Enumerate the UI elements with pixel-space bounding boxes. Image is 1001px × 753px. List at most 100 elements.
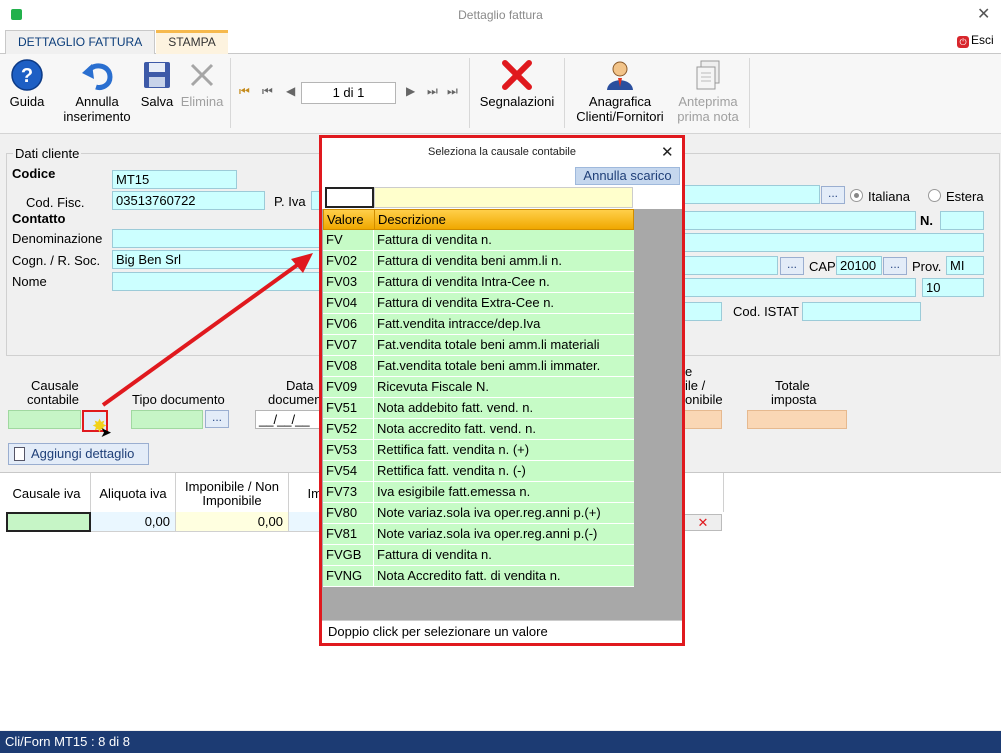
- list-item[interactable]: FV53 Rettifica fatt. vendita n. (+): [323, 440, 634, 461]
- clienti-fornitori-label: Clienti/Fornitori: [576, 109, 664, 124]
- tab-stampa[interactable]: STAMPA: [156, 30, 228, 54]
- anteprima-prima-nota-button[interactable]: Anteprima prima nota: [672, 58, 744, 124]
- list-item-descrizione: Nota Accredito fatt. di vendita n.: [377, 568, 561, 583]
- causale-contabile-field[interactable]: [8, 410, 81, 429]
- exit-icon: ⏻: [957, 36, 969, 48]
- prov-field[interactable]: MI: [946, 256, 984, 275]
- annulla-scarico-button[interactable]: Annulla scarico: [575, 167, 680, 185]
- estera-label: Estera: [946, 189, 984, 204]
- comune-field[interactable]: [684, 185, 820, 204]
- cap-field[interactable]: 20100: [836, 256, 882, 275]
- list-item-descrizione: Rettifica fatt. vendita n. (-): [377, 463, 526, 478]
- esci-button[interactable]: ⏻ Esci: [957, 33, 994, 48]
- prev-page-icon[interactable]: ⏮: [262, 84, 273, 99]
- delete-icon: [185, 58, 219, 92]
- indirizzo-field[interactable]: [684, 211, 916, 230]
- cell-causale-iva[interactable]: [6, 512, 91, 532]
- localita-lookup-button[interactable]: ...: [780, 257, 804, 275]
- guida-button[interactable]: ? Guida: [6, 58, 48, 109]
- col-aliquota-iva[interactable]: Aliquota iva: [91, 473, 176, 512]
- annotation-arrow: [101, 253, 313, 407]
- codice-field[interactable]: MT15: [112, 170, 237, 189]
- localita-field[interactable]: [684, 256, 778, 275]
- list-item[interactable]: FV80 Note variaz.sola iva oper.reg.anni p…: [323, 503, 634, 524]
- cell-aliquota-iva[interactable]: 0,00: [91, 512, 176, 532]
- delete-row-icon[interactable]: ✕: [684, 514, 722, 531]
- civico-field[interactable]: 10: [922, 278, 984, 297]
- aggiungi-label: Aggiungi dettaglio: [31, 446, 135, 461]
- list-item-valore: FV51: [323, 398, 374, 418]
- imponibile-field[interactable]: [684, 410, 722, 429]
- annulla-label: Annulla: [75, 94, 119, 109]
- cap-label: CAP: [809, 259, 836, 274]
- page-indicator-input[interactable]: 1 di 1: [301, 82, 396, 104]
- aggiungi-dettaglio-button[interactable]: Aggiungi dettaglio: [8, 443, 149, 465]
- istat-field[interactable]: [802, 302, 921, 321]
- numero-field[interactable]: [940, 211, 984, 230]
- elimina-button[interactable]: Elimina: [178, 58, 226, 109]
- list-rows: FV Fattura di vendita n. FV02 Fattura di ve…: [323, 230, 634, 587]
- list-item[interactable]: FV06 Fatt.vendita intracce/dep.Iva: [323, 314, 634, 335]
- prov-label: Prov.: [912, 259, 942, 274]
- annulla-inserimento-button[interactable]: Annulla inserimento: [58, 58, 136, 124]
- cursor-icon: ➤: [100, 424, 112, 440]
- col-valore[interactable]: Valore: [324, 210, 375, 229]
- col-descrizione[interactable]: Descrizione: [375, 210, 633, 229]
- list-item[interactable]: FV54 Rettifica fatt. vendita n. (-): [323, 461, 634, 482]
- last-record-icon[interactable]: ⏭: [447, 84, 458, 99]
- prev-record-icon[interactable]: ◀: [286, 84, 295, 98]
- next-record-icon[interactable]: ▶: [406, 84, 415, 98]
- cell-imponibile[interactable]: 0,00: [176, 512, 289, 532]
- list-item-valore: FVNG: [323, 566, 374, 586]
- toolbar-separator: [469, 58, 470, 128]
- contatto-label: Contatto: [12, 211, 66, 226]
- list-item-descrizione: Nota accredito fatt. vend. n.: [377, 421, 536, 436]
- totale-imposta-field[interactable]: [747, 410, 847, 429]
- list-item[interactable]: FVGB Fattura di vendita n.: [323, 545, 634, 566]
- denominazione-label: Denominazione: [12, 231, 103, 246]
- list-item-valore: FV53: [323, 440, 374, 460]
- anagrafica-button[interactable]: Anagrafica Clienti/Fornitori: [570, 58, 670, 124]
- inserimento-label: inserimento: [63, 109, 131, 124]
- col-imponibile[interactable]: Imponibile / Non Imponibile: [176, 473, 289, 512]
- totale-label-1: Totale: [775, 378, 810, 393]
- cap-lookup-button[interactable]: ...: [883, 257, 907, 275]
- list-item[interactable]: FV51 Nota addebito fatt. vend. n.: [323, 398, 634, 419]
- title-bar: Dettaglio fattura ✕: [0, 0, 1001, 30]
- salva-button[interactable]: Salva: [139, 58, 175, 109]
- nazione-field[interactable]: [684, 278, 916, 297]
- citta-field[interactable]: [684, 233, 984, 252]
- list-item[interactable]: FV04 Fattura di vendita Extra-Cee n.: [323, 293, 634, 314]
- cell-imposta[interactable]: [289, 512, 323, 532]
- close-icon[interactable]: ✕: [977, 4, 990, 24]
- list-item-valore: FV03: [323, 272, 374, 292]
- list-item[interactable]: FVNG Nota Accredito fatt. di vendita n.: [323, 566, 634, 587]
- list-item[interactable]: FV Fattura di vendita n.: [323, 230, 634, 251]
- list-item[interactable]: FV52 Nota accredito fatt. vend. n.: [323, 419, 634, 440]
- close-icon[interactable]: ✕: [661, 143, 674, 161]
- segnalazioni-button[interactable]: Segnalazioni: [475, 58, 559, 109]
- tab-dettaglio-fattura[interactable]: DETTAGLIO FATTURA: [5, 30, 156, 55]
- first-record-icon[interactable]: ⏮: [239, 84, 250, 99]
- prima-nota-label: prima nota: [677, 109, 739, 124]
- list-item[interactable]: FV73 Iva esigibile fatt.emessa n.: [323, 482, 634, 503]
- list-item[interactable]: FV81 Note variaz.sola iva oper.reg.anni p…: [323, 524, 634, 545]
- italiana-radio[interactable]: [850, 189, 863, 202]
- list-item[interactable]: FV02 Fattura di vendita beni amm.li n.: [323, 251, 634, 272]
- filter-descrizione-input[interactable]: [374, 187, 633, 208]
- codice-fiscale-field[interactable]: 03513760722: [112, 191, 265, 210]
- extra-field[interactable]: [684, 302, 722, 321]
- estera-radio[interactable]: [928, 189, 941, 202]
- col-causale-iva[interactable]: Causale iva: [3, 473, 91, 512]
- list-item[interactable]: FV08 Fat.vendita totale beni amm.li immat…: [323, 356, 634, 377]
- list-item-descrizione: Fat.vendita totale beni amm.li immater.: [377, 358, 601, 373]
- list-item[interactable]: FV03 Fattura di vendita Intra-Cee n.: [323, 272, 634, 293]
- list-item[interactable]: FV09 Ricevuta Fiscale N.: [323, 377, 634, 398]
- filter-valore-input[interactable]: [325, 187, 374, 208]
- col-imposta[interactable]: Im: [289, 473, 323, 512]
- comune-lookup-button[interactable]: ...: [821, 186, 845, 204]
- next-page-icon[interactable]: ⏭: [427, 84, 438, 99]
- list-item[interactable]: FV07 Fat.vendita totale beni amm.li mater…: [323, 335, 634, 356]
- list-item-valore: FVGB: [323, 545, 374, 565]
- toolbar-separator: [564, 58, 565, 128]
